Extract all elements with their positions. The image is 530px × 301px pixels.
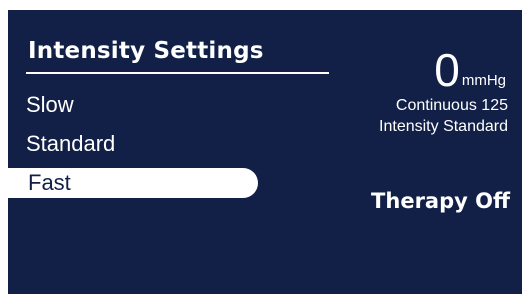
pressure-unit: mmHg <box>461 72 506 90</box>
device-screen: Intensity Settings Slow Standard Fast 0 … <box>8 10 522 294</box>
therapy-status: Therapy Off <box>371 189 510 213</box>
intensity-status: Intensity Standard <box>379 118 508 135</box>
mode-status: Continuous 125 <box>395 97 508 114</box>
menu-item-standard[interactable]: Standard <box>26 133 115 155</box>
menu-item-slow[interactable]: Slow <box>26 94 74 116</box>
pressure-readout: 0 mmHg <box>434 44 506 96</box>
menu-title: Intensity Settings <box>28 38 264 64</box>
menu-item-fast[interactable]: Fast <box>8 168 258 198</box>
pressure-value: 0 <box>434 44 460 96</box>
menu-title-divider <box>26 72 329 74</box>
